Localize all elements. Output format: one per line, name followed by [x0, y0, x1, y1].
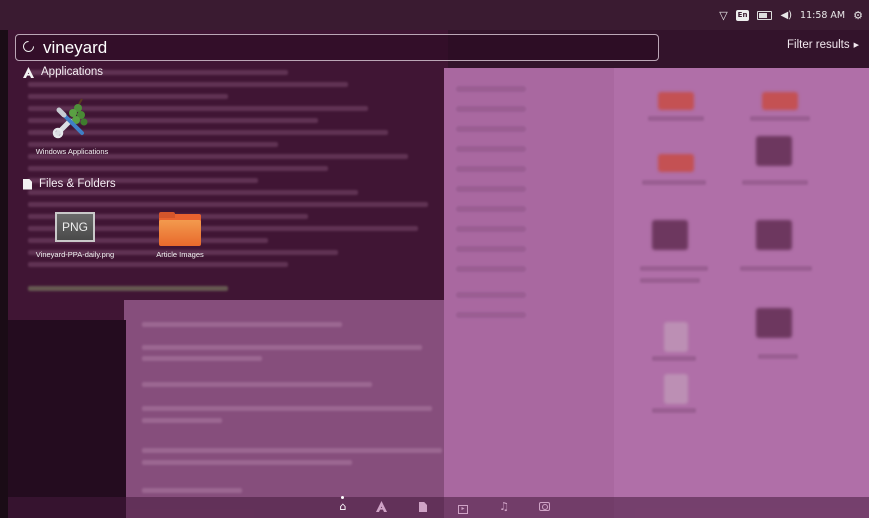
- applications-icon[interactable]: [374, 500, 388, 514]
- files-icon[interactable]: [416, 500, 430, 514]
- result-label: Vineyard-PPA-daily.png: [35, 250, 115, 259]
- wifi-icon[interactable]: ▽: [719, 9, 727, 22]
- loading-spinner-icon: [20, 38, 37, 55]
- keyboard-icon[interactable]: En: [735, 9, 750, 21]
- category-applications[interactable]: Applications: [23, 66, 103, 78]
- dash-overlay: [8, 30, 869, 518]
- result-vineyard-ppa-daily-png[interactable]: PNG Vineyard-PPA-daily.png: [20, 212, 130, 259]
- gear-icon[interactable]: ⚙: [853, 9, 863, 22]
- home-icon[interactable]: ⌂: [336, 500, 350, 514]
- category-files-folders[interactable]: Files & Folders: [23, 178, 116, 190]
- category-applications-label: Applications: [41, 66, 104, 78]
- result-windows-applications[interactable]: Windows Applications: [22, 95, 122, 156]
- result-article-images[interactable]: Article Images: [140, 212, 220, 259]
- search-query[interactable]: vineyard: [43, 36, 107, 60]
- dash-search-input[interactable]: vineyard: [15, 34, 659, 61]
- top-panel: ▽ En ◀) 11:58 AM ⚙: [0, 0, 869, 30]
- filter-results-button[interactable]: Filter results ▶: [787, 39, 859, 51]
- photos-icon[interactable]: [537, 500, 551, 514]
- clock[interactable]: 11:58 AM: [800, 10, 845, 21]
- folder-icon: [159, 212, 201, 246]
- wine-tools-icon: [48, 95, 96, 143]
- chevron-right-icon: ▶: [853, 42, 859, 49]
- applications-icon: [23, 66, 34, 78]
- video-icon[interactable]: ▸: [456, 500, 470, 514]
- filter-results-label: Filter results: [786, 39, 850, 51]
- png-file-icon: PNG: [55, 212, 95, 242]
- file-icon: [23, 178, 32, 190]
- battery-icon[interactable]: [757, 10, 773, 20]
- category-files-folders-label: Files & Folders: [39, 178, 116, 190]
- desktop-background: [0, 0, 869, 518]
- active-lens-indicator: [341, 496, 344, 499]
- system-tray: ▽ En ◀) 11:58 AM ⚙: [719, 6, 863, 24]
- result-label: Article Images: [156, 250, 204, 259]
- lens-bar: [8, 497, 869, 518]
- result-label: Windows Applications: [35, 147, 109, 156]
- music-icon[interactable]: ♫: [497, 500, 511, 514]
- volume-icon[interactable]: ◀): [780, 10, 792, 21]
